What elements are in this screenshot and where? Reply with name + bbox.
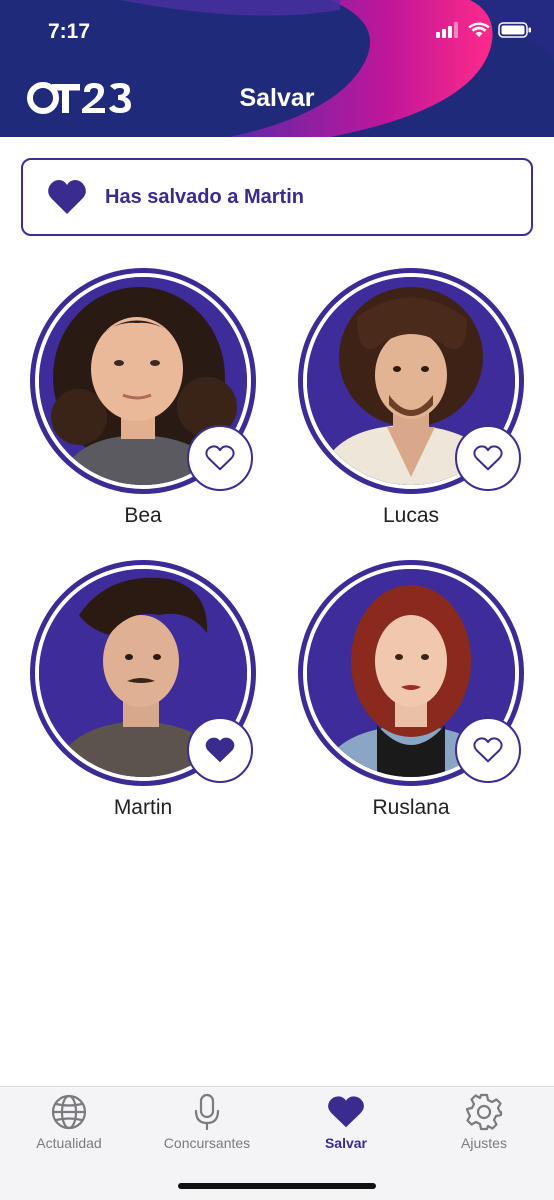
contestant-card-bea[interactable]: Bea xyxy=(30,268,260,538)
heart-outline-icon xyxy=(473,445,503,471)
heart-outline-icon xyxy=(473,737,503,763)
cellular-signal-icon xyxy=(436,22,458,38)
wifi-icon xyxy=(468,22,490,37)
microphone-icon xyxy=(194,1093,220,1131)
tab-label: Concursantes xyxy=(163,1135,251,1151)
save-heart-button[interactable] xyxy=(187,425,253,491)
save-heart-button-selected[interactable] xyxy=(187,717,253,783)
tab-salvar[interactable]: Salvar xyxy=(277,1093,415,1159)
tab-label: Ajustes xyxy=(461,1135,507,1151)
save-heart-button[interactable] xyxy=(455,425,521,491)
contestant-name: Lucas xyxy=(382,504,440,527)
page-title: Salvar xyxy=(239,84,315,112)
contestant-name: Martin xyxy=(113,796,173,819)
contestant-name: Bea xyxy=(124,504,162,527)
heart-outline-icon xyxy=(205,445,235,471)
contestant-card-ruslana[interactable]: Ruslana xyxy=(298,560,528,830)
save-heart-button[interactable] xyxy=(455,717,521,783)
saved-confirmation-banner: Has salvado a Martin xyxy=(21,158,533,236)
tab-actualidad[interactable]: Actualidad xyxy=(0,1093,138,1159)
contestant-card-martin[interactable]: Martin xyxy=(30,560,260,830)
tab-label: Actualidad xyxy=(36,1135,102,1151)
status-time: 7:17 xyxy=(48,20,91,43)
tab-label: Salvar xyxy=(324,1135,368,1151)
home-indicator xyxy=(178,1183,376,1189)
gear-icon xyxy=(465,1093,503,1131)
heart-icon xyxy=(328,1096,364,1128)
banner-text: Has salvado a Martin xyxy=(105,185,304,208)
heart-icon xyxy=(48,180,86,214)
heart-filled-icon xyxy=(205,737,235,762)
battery-icon xyxy=(498,22,531,38)
status-icons xyxy=(436,22,532,38)
globe-icon xyxy=(51,1094,87,1130)
tab-concursantes[interactable]: Concursantes xyxy=(138,1093,276,1159)
contestant-name: Ruslana xyxy=(372,796,450,819)
app-header: 7:17 Salvar xyxy=(0,0,554,137)
contestant-card-lucas[interactable]: Lucas xyxy=(298,268,528,538)
tab-ajustes[interactable]: Ajustes xyxy=(415,1093,553,1159)
